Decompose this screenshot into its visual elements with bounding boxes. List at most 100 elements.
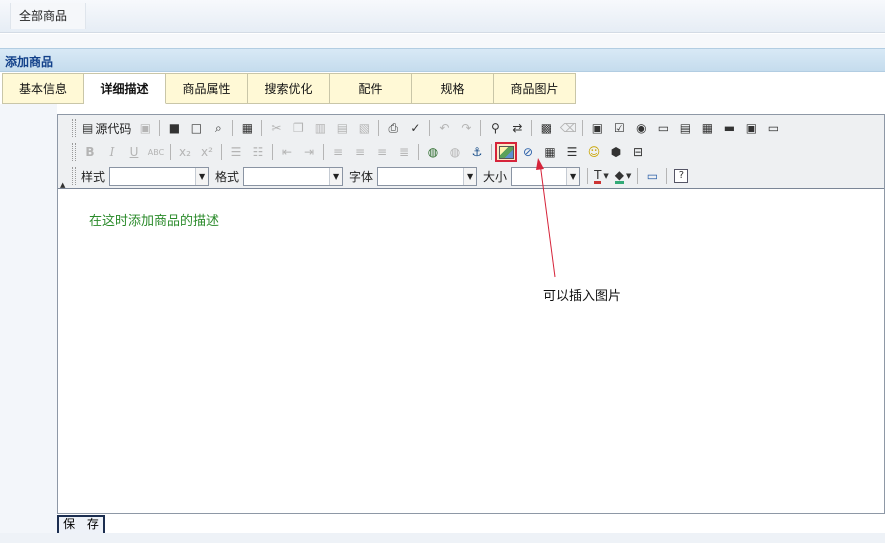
chevron-down-icon[interactable]: ▼ <box>566 167 580 185</box>
toolbar-separator <box>272 144 273 160</box>
toolbar-separator <box>378 120 380 136</box>
style-combo[interactable]: ▼ <box>109 166 210 186</box>
smiley-icon[interactable]: ☺ <box>583 142 605 162</box>
table-icon[interactable]: ▦ <box>539 142 561 162</box>
justify-icon[interactable]: ≣ <box>393 142 415 162</box>
replace-icon[interactable]: ⇄ <box>506 118 528 138</box>
special-char-icon[interactable]: ⬢ <box>605 142 627 162</box>
textfield-icon[interactable]: ▭ <box>652 118 674 138</box>
print-icon[interactable]: ⎙ <box>382 118 404 138</box>
redo-icon[interactable]: ↷ <box>455 118 477 138</box>
image-button-icon[interactable]: ▣ <box>740 118 762 138</box>
new-page-icon[interactable]: □ <box>185 118 207 138</box>
find-icon[interactable]: ⚲ <box>484 118 506 138</box>
toolbar-separator <box>531 120 533 136</box>
anchor-icon[interactable]: ⚓ <box>466 142 488 162</box>
tab-specs[interactable]: 规格 <box>412 73 494 104</box>
doc-props-icon[interactable]: ▣ <box>134 118 156 138</box>
subscript-icon[interactable]: x₂ <box>174 142 196 162</box>
toolbar-separator <box>666 168 668 184</box>
toolbar-separator <box>261 120 263 136</box>
font-combo[interactable]: ▼ <box>377 166 478 186</box>
chevron-down-icon[interactable]: ▼ <box>195 167 209 185</box>
collapse-toolbar-icon[interactable]: ▲ <box>60 181 65 189</box>
radio-icon[interactable]: ◉ <box>630 118 652 138</box>
chevron-down-icon: ▼ <box>603 172 609 180</box>
toolbar-grip <box>72 119 76 137</box>
outdent-icon[interactable]: ⇤ <box>276 142 298 162</box>
tab-seo[interactable]: 搜索优化 <box>248 73 330 104</box>
editor-content[interactable]: 在这时添加商品的描述 <box>58 190 884 513</box>
tab-bar: 基本信息 详细描述 商品属性 搜索优化 配件 规格 商品图片 <box>2 73 576 104</box>
align-center-icon[interactable]: ≡ <box>349 142 371 162</box>
help-icon[interactable]: ? <box>670 166 692 186</box>
strikethrough-icon[interactable]: ABC <box>145 142 167 162</box>
content-text: 在这时添加商品的描述 <box>89 214 220 229</box>
toolbar-separator <box>159 120 161 136</box>
format-combo[interactable]: ▼ <box>243 166 344 186</box>
paste-text-icon[interactable]: ▤ <box>331 118 353 138</box>
italic-icon[interactable]: I <box>101 142 123 162</box>
preview-icon[interactable]: ⌕ <box>207 118 229 138</box>
tab-basic-info[interactable]: 基本信息 <box>2 73 84 104</box>
spellcheck-icon[interactable]: ✓ <box>404 118 426 138</box>
toolbar-grip <box>72 167 76 185</box>
unlink-icon[interactable]: ◍ <box>444 142 466 162</box>
select-all-icon[interactable]: ▩ <box>535 118 557 138</box>
bold-icon[interactable]: B <box>79 142 101 162</box>
bg-color-icon: ◆ <box>614 167 625 184</box>
paste-icon[interactable]: ▥ <box>309 118 331 138</box>
numbered-list-icon[interactable]: ☰ <box>225 142 247 162</box>
templates-icon[interactable]: ▦ <box>236 118 258 138</box>
save-icon[interactable]: ■ <box>163 118 185 138</box>
left-margin <box>0 104 57 543</box>
form-icon[interactable]: ▣ <box>586 118 608 138</box>
maximize-icon[interactable]: ▭ <box>641 166 663 186</box>
checkbox-icon[interactable]: ☑ <box>608 118 630 138</box>
tab-detail-description[interactable]: 详细描述 <box>84 73 166 104</box>
source-code-button[interactable]: ▤ 源代码 <box>79 118 134 138</box>
remove-format-icon[interactable]: ⌫ <box>557 118 579 138</box>
flash-icon[interactable]: ⊘ <box>517 142 539 162</box>
toolbar-grip <box>72 143 76 161</box>
button-field-icon[interactable]: ▬ <box>718 118 740 138</box>
bg-color-button[interactable]: ◆ ▼ <box>612 166 635 186</box>
toolbar-separator <box>637 168 639 184</box>
align-right-icon[interactable]: ≡ <box>371 142 393 162</box>
bullet-list-icon[interactable]: ☷ <box>247 142 269 162</box>
insert-image-button[interactable] <box>495 142 517 162</box>
toolbar-row-2: B I U ABC x₂ x² ☰ ☷ ⇤ ⇥ ≡ ≡ ≡ ≣ ◍ ◍ ⚓ ⊘ … <box>72 140 649 164</box>
underline-icon[interactable]: U <box>123 142 145 162</box>
panel-title: 添加商品 <box>5 55 54 69</box>
paste-word-icon[interactable]: ▧ <box>353 118 375 138</box>
format-combo-label: 格式 <box>215 169 240 184</box>
text-color-icon: T <box>594 167 602 184</box>
copy-icon[interactable]: ❐ <box>287 118 309 138</box>
font-combo-label: 字体 <box>349 169 374 184</box>
tab-accessories[interactable]: 配件 <box>330 73 412 104</box>
spacer <box>0 34 885 48</box>
toolbar-separator <box>587 168 589 184</box>
cut-icon[interactable]: ✂ <box>265 118 287 138</box>
horizontal-rule-icon[interactable]: ☰ <box>561 142 583 162</box>
tab-product-images[interactable]: 商品图片 <box>494 73 576 104</box>
link-icon[interactable]: ◍ <box>422 142 444 162</box>
tab-product-attributes[interactable]: 商品属性 <box>166 73 248 104</box>
textarea-icon[interactable]: ▤ <box>674 118 696 138</box>
align-left-icon[interactable]: ≡ <box>327 142 349 162</box>
toolbar-separator <box>170 144 171 160</box>
indent-icon[interactable]: ⇥ <box>298 142 320 162</box>
page-break-icon[interactable]: ⊟ <box>627 142 649 162</box>
save-button[interactable]: 保 存 <box>57 515 105 535</box>
size-combo[interactable]: ▼ <box>511 166 581 186</box>
breadcrumb-all-products[interactable]: 全部商品 <box>10 3 87 29</box>
undo-icon[interactable]: ↶ <box>433 118 455 138</box>
toolbar-separator <box>480 120 482 136</box>
top-bar: 全部商品 <box>0 0 885 33</box>
chevron-down-icon[interactable]: ▼ <box>329 167 343 185</box>
hidden-field-icon[interactable]: ▭ <box>762 118 784 138</box>
text-color-button[interactable]: T ▼ <box>591 166 612 186</box>
chevron-down-icon[interactable]: ▼ <box>463 167 477 185</box>
superscript-icon[interactable]: x² <box>196 142 218 162</box>
select-field-icon[interactable]: ▦ <box>696 118 718 138</box>
